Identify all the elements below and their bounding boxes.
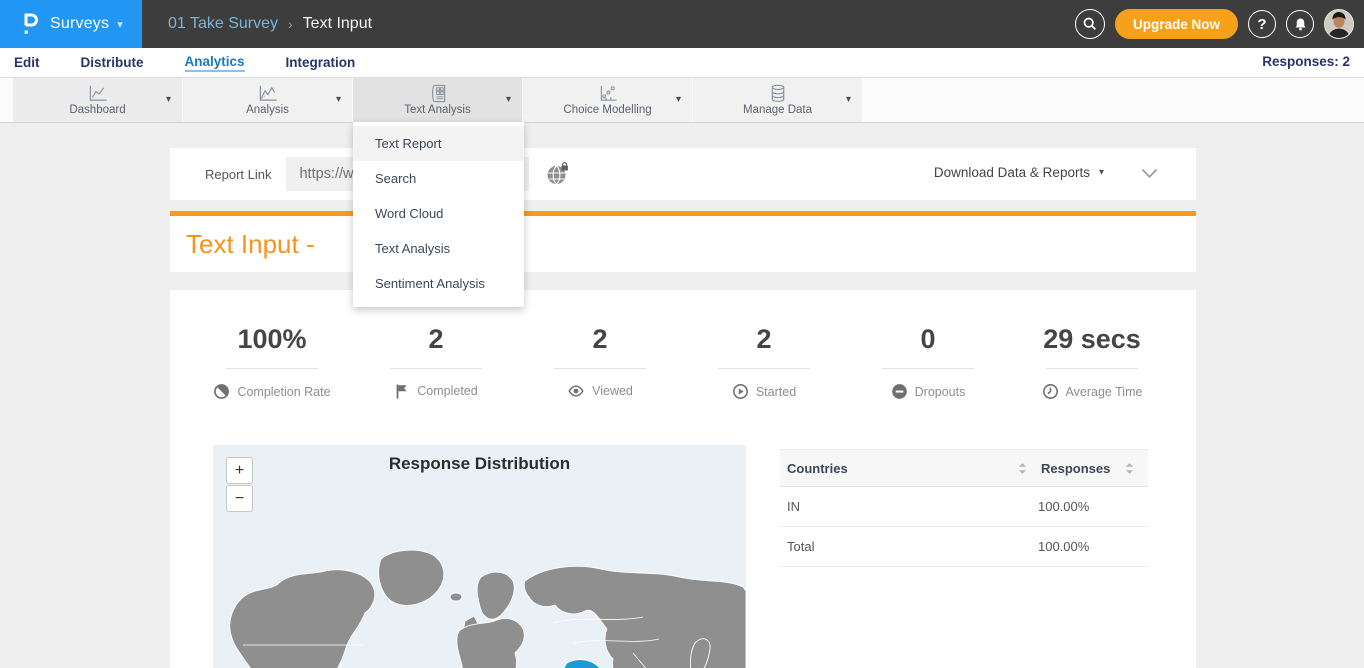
map-title: Response Distribution <box>213 445 746 474</box>
minus-circle-icon <box>891 383 908 400</box>
globe-lock-icon[interactable] <box>546 162 570 186</box>
table-row: Total 100.00% <box>780 527 1148 567</box>
analysis-chart-icon <box>256 84 280 103</box>
subnav-item-edit[interactable]: Edit <box>14 55 40 70</box>
menu-item-sentiment-analysis[interactable]: Sentiment Analysis <box>353 266 524 301</box>
tab-analysis[interactable]: Analysis ▾ <box>183 78 352 122</box>
menu-item-text-report[interactable]: Text Report <box>353 126 524 161</box>
flag-icon <box>394 383 410 399</box>
choice-modelling-icon <box>596 84 620 103</box>
subnav-item-integration[interactable]: Integration <box>286 55 356 70</box>
response-distribution-map[interactable]: Response Distribution + − <box>213 445 746 668</box>
topbar: Surveys ▾ 01 Take Survey › Text Input Up… <box>0 0 1364 48</box>
upgrade-now-button[interactable]: Upgrade Now <box>1115 9 1238 39</box>
responses-count: Responses: 2 <box>1262 54 1350 69</box>
country-responses: 100.00% <box>1038 539 1148 554</box>
search-icon <box>1082 16 1098 32</box>
map-country-india[interactable] <box>562 660 603 668</box>
tab-manage-data[interactable]: Manage Data ▾ <box>693 78 862 122</box>
column-header-responses[interactable]: Responses <box>1041 461 1125 476</box>
dashboard-chart-icon <box>86 84 110 103</box>
help-button[interactable]: ? <box>1248 10 1276 38</box>
text-analysis-dropdown-menu: Text Report Search Word Cloud Text Analy… <box>353 122 524 307</box>
question-mark-icon: ? <box>1257 16 1266 33</box>
report-link-label: Report Link <box>205 167 271 182</box>
download-data-reports-dropdown[interactable]: Download Data & Reports ▾ <box>934 165 1104 180</box>
chevron-down-icon: ▾ <box>166 94 171 105</box>
brand-label: Surveys <box>50 15 109 33</box>
breadcrumb: 01 Take Survey › Text Input <box>168 0 372 48</box>
subnav-item-distribute[interactable]: Distribute <box>81 55 144 70</box>
stat-completion-rate: 100% Completion Rate <box>190 324 354 400</box>
stat-completed: 2 Completed <box>354 324 518 400</box>
report-link-bar: Report Link https://ww Download Data & R… <box>170 148 1196 200</box>
breadcrumb-page: Text Input <box>303 15 372 33</box>
clock-icon <box>1042 383 1059 400</box>
surveys-menu-button[interactable]: Surveys ▾ <box>0 0 142 48</box>
analytics-toolbar: Dashboard ▾ Analysis ▾ Text Analysis ▾ <box>0 78 1364 123</box>
country-responses: 100.00% <box>1038 499 1148 514</box>
subnav-item-analytics[interactable]: Analytics <box>185 54 245 72</box>
stat-average-time: 29 secs Average Time <box>1010 324 1174 400</box>
main-content: Report Link https://ww Download Data & R… <box>0 148 1364 668</box>
question-title-card: Text Input - <box>170 216 1196 272</box>
questionpro-logo-icon <box>20 11 40 37</box>
chevron-down-icon: ▾ <box>117 18 123 31</box>
column-header-countries[interactable]: Countries <box>780 461 1018 476</box>
menu-item-search[interactable]: Search <box>353 161 524 196</box>
eye-icon <box>567 383 585 399</box>
country-code: IN <box>780 499 1038 514</box>
countries-table-header: Countries Responses <box>780 449 1148 487</box>
notifications-button[interactable] <box>1286 10 1314 38</box>
bell-icon <box>1293 17 1308 32</box>
chevron-down-icon: ▾ <box>676 94 681 105</box>
avatar-photo <box>1325 10 1353 38</box>
avatar[interactable] <box>1324 9 1354 39</box>
sort-icon[interactable] <box>1125 462 1134 475</box>
chevron-down-icon: ▾ <box>336 94 341 105</box>
database-icon <box>766 84 790 103</box>
chevron-down-icon: ▾ <box>1099 167 1104 178</box>
dashboard-panel: 100% Completion Rate 2 <box>170 290 1196 668</box>
map-zoom-in-button[interactable]: + <box>226 457 253 484</box>
completion-rate-icon <box>213 383 230 400</box>
tab-text-analysis[interactable]: Text Analysis ▾ <box>353 78 522 122</box>
sort-icon[interactable] <box>1018 462 1027 475</box>
chevron-down-icon: ▾ <box>846 94 851 105</box>
menu-item-text-analysis[interactable]: Text Analysis <box>353 231 524 266</box>
tab-dashboard[interactable]: Dashboard ▾ <box>13 78 182 122</box>
country-code: Total <box>780 539 1038 554</box>
breadcrumb-survey-link[interactable]: 01 Take Survey <box>168 15 278 33</box>
stat-viewed: 2 Viewed <box>518 324 682 400</box>
table-row: IN 100.00% <box>780 487 1148 527</box>
geo-section: Response Distribution + − <box>170 445 1196 668</box>
world-map[interactable] <box>213 481 746 668</box>
survey-subnav: Edit Distribute Analytics Integration Re… <box>0 48 1364 78</box>
chevron-down-icon: ▾ <box>506 94 511 105</box>
page-title: Text Input - <box>186 229 315 260</box>
menu-item-word-cloud[interactable]: Word Cloud <box>353 196 524 231</box>
play-circle-icon <box>732 383 749 400</box>
stat-started: 2 Started <box>682 324 846 400</box>
text-report-icon <box>426 84 450 103</box>
breadcrumb-separator: › <box>288 16 293 32</box>
stat-dropouts: 0 Dropouts <box>846 324 1010 400</box>
search-button[interactable] <box>1075 9 1105 39</box>
collapse-chevron-icon[interactable] <box>1141 168 1158 179</box>
tab-choice-modelling[interactable]: Choice Modelling ▾ <box>523 78 692 122</box>
stats-row: 100% Completion Rate 2 <box>170 290 1196 400</box>
countries-table: Countries Responses IN 100.00% Total 100… <box>780 449 1148 567</box>
